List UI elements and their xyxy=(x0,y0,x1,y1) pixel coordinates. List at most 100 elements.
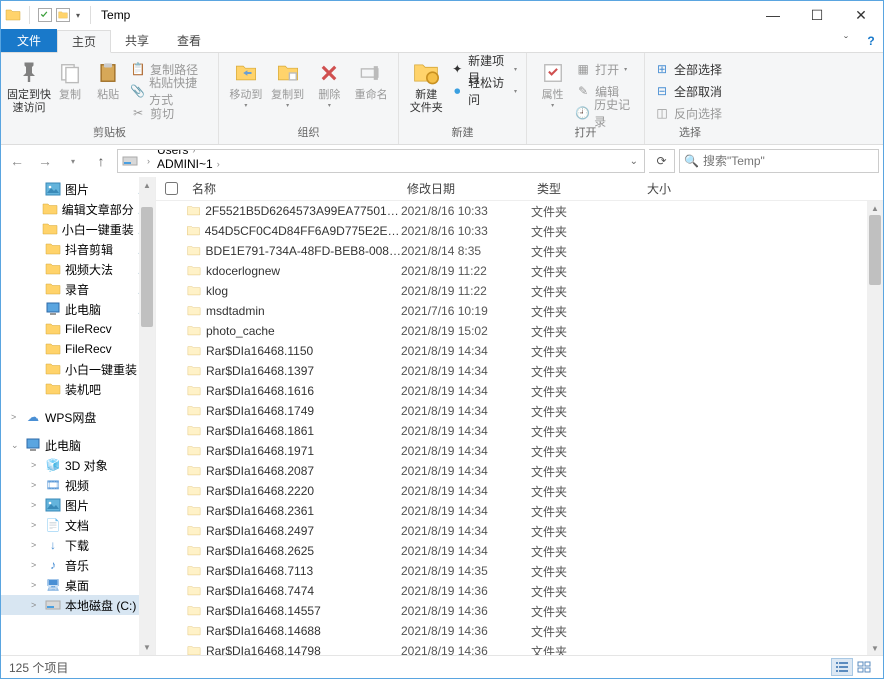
paste-button[interactable]: 粘贴 xyxy=(89,55,127,102)
column-size[interactable]: 大小 xyxy=(641,180,721,197)
open-button[interactable]: ▦打开▾ xyxy=(572,58,638,80)
view-icons[interactable] xyxy=(853,658,875,676)
nav-item[interactable]: >↓下载 xyxy=(1,535,155,555)
help-button[interactable]: ? xyxy=(859,29,883,52)
nav-tree[interactable]: ▲▼ 图片📌编辑文章部分📌小白一键重装📌抖音剪辑📌视频大法📌录音📌此电脑📌Fil… xyxy=(1,177,156,655)
pc-icon xyxy=(45,301,61,317)
nav-item[interactable]: 图片📌 xyxy=(1,179,155,199)
file-row[interactable]: Rar$DIa16468.20872021/8/19 14:34文件夹 xyxy=(156,461,883,481)
column-type[interactable]: 类型 xyxy=(531,180,641,197)
rename-button[interactable]: 重命名 xyxy=(350,55,392,102)
delete-button[interactable]: 删除▾ xyxy=(309,55,351,109)
refresh-button[interactable]: ⟳ xyxy=(649,149,675,173)
file-row[interactable]: Rar$DIa16468.147982021/8/19 14:36文件夹 xyxy=(156,641,883,655)
tab-view[interactable]: 查看 xyxy=(163,29,215,52)
file-row[interactable]: 2F5521B5D6264573A99EA77501B2...2021/8/16… xyxy=(156,201,883,221)
scrollbar-thumb[interactable] xyxy=(141,207,153,327)
nav-item[interactable]: >图片 xyxy=(1,495,155,515)
file-row[interactable]: Rar$DIa16468.26252021/8/19 14:34文件夹 xyxy=(156,541,883,561)
view-details[interactable] xyxy=(831,658,853,676)
maximize-button[interactable]: ☐ xyxy=(795,1,839,29)
column-date[interactable]: 修改日期 xyxy=(401,180,531,197)
nav-item[interactable]: 小白一键重装 W xyxy=(1,359,155,379)
close-button[interactable]: ✕ xyxy=(839,1,883,29)
ribbon-collapse[interactable]: ˇ xyxy=(833,29,859,52)
easy-access-button[interactable]: ⏺轻松访问▾ xyxy=(447,80,520,102)
crumb[interactable]: Users› xyxy=(154,149,239,157)
files-scrollbar[interactable]: ▲▼ xyxy=(867,201,883,655)
file-row[interactable]: Rar$DIa16468.17492021/8/19 14:34文件夹 xyxy=(156,401,883,421)
music-icon: ♪ xyxy=(45,557,61,573)
move-to-button[interactable]: 移动到▾ xyxy=(225,55,267,109)
file-row[interactable]: Rar$DIa16468.71132021/8/19 14:35文件夹 xyxy=(156,561,883,581)
new-folder-button[interactable]: 新建 文件夹 xyxy=(405,55,447,115)
nav-scrollbar[interactable]: ▲▼ xyxy=(139,177,155,655)
nav-item[interactable]: FileRecv xyxy=(1,319,155,339)
invert-selection-button[interactable]: ◫反向选择 xyxy=(651,102,725,124)
recent-button[interactable]: ▾ xyxy=(61,149,85,173)
file-row[interactable]: klog2021/8/19 11:22文件夹 xyxy=(156,281,883,301)
tab-share[interactable]: 共享 xyxy=(111,29,163,52)
copy-to-button[interactable]: 复制到▾ xyxy=(267,55,309,109)
file-row[interactable]: Rar$DIa16468.74742021/8/19 14:36文件夹 xyxy=(156,581,883,601)
file-row[interactable]: Rar$DIa16468.11502021/8/19 14:34文件夹 xyxy=(156,341,883,361)
nav-item[interactable]: >🎞视频 xyxy=(1,475,155,495)
nav-item[interactable]: ⌄此电脑 xyxy=(1,435,155,455)
crumb[interactable]: ADMINI~1› xyxy=(154,157,239,171)
nav-item[interactable]: >本地磁盘 (C:) xyxy=(1,595,155,615)
nav-item[interactable]: >♪音乐 xyxy=(1,555,155,575)
cut-button[interactable]: ✂剪切 xyxy=(127,102,212,124)
copy-button[interactable]: 复制 xyxy=(51,55,89,102)
file-row[interactable]: Rar$DIa16468.13972021/8/19 14:34文件夹 xyxy=(156,361,883,381)
nav-item[interactable]: 此电脑📌 xyxy=(1,299,155,319)
file-row[interactable]: photo_cache2021/8/19 15:02文件夹 xyxy=(156,321,883,341)
nav-item[interactable]: 小白一键重装📌 xyxy=(1,219,155,239)
tab-home[interactable]: 主页 xyxy=(57,30,111,53)
file-row[interactable]: Rar$DIa16468.145572021/8/19 14:36文件夹 xyxy=(156,601,883,621)
properties-button[interactable]: 属性▾ xyxy=(533,55,572,109)
up-button[interactable]: ↑ xyxy=(89,149,113,173)
minimize-button[interactable]: — xyxy=(751,1,795,29)
pin-quickaccess-button[interactable]: 固定到快 速访问 xyxy=(7,55,51,115)
breadcrumb[interactable]: › 此电脑›本地磁盘 (C:)›Users›ADMINI~1›AppData›L… xyxy=(117,149,645,173)
qat-customize[interactable]: ▾ xyxy=(74,11,82,20)
nav-item[interactable]: FileRecv xyxy=(1,339,155,359)
file-row[interactable]: Rar$DIa16468.146882021/8/19 14:36文件夹 xyxy=(156,621,883,641)
nav-item[interactable]: 装机吧 xyxy=(1,379,155,399)
download-icon: ↓ xyxy=(45,537,61,553)
select-all-checkbox[interactable] xyxy=(165,182,178,195)
file-row[interactable]: Rar$DIa16468.23612021/8/19 14:34文件夹 xyxy=(156,501,883,521)
paste-shortcut-button[interactable]: 📎粘贴快捷方式 xyxy=(127,80,212,102)
breadcrumb-dropdown[interactable]: ⌄ xyxy=(624,156,644,167)
select-none-button[interactable]: ⊟全部取消 xyxy=(651,80,725,102)
file-row[interactable]: Rar$DIa16468.19712021/8/19 14:34文件夹 xyxy=(156,441,883,461)
back-button[interactable]: ← xyxy=(5,149,29,173)
forward-button[interactable]: → xyxy=(33,149,57,173)
file-row[interactable]: Rar$DIa16468.24972021/8/19 14:34文件夹 xyxy=(156,521,883,541)
file-row[interactable]: 454D5CF0C4D84FF6A9D775E2E742...2021/8/16… xyxy=(156,221,883,241)
nav-item[interactable]: >🧊3D 对象 xyxy=(1,455,155,475)
history-button[interactable]: 🕘历史记录 xyxy=(572,102,638,124)
column-name[interactable]: 名称 xyxy=(186,180,401,197)
qat-properties[interactable] xyxy=(38,8,52,22)
crumb[interactable]: AppData› xyxy=(154,171,239,173)
folder-icon xyxy=(45,281,61,297)
file-row[interactable]: BDE1E791-734A-48FD-BEB8-008A...2021/8/14… xyxy=(156,241,883,261)
nav-item[interactable]: 录音📌 xyxy=(1,279,155,299)
nav-item[interactable]: >📄文档 xyxy=(1,515,155,535)
scrollbar-thumb[interactable] xyxy=(869,215,881,285)
nav-item[interactable]: >🖥桌面 xyxy=(1,575,155,595)
file-row[interactable]: kdocerlognew2021/8/19 11:22文件夹 xyxy=(156,261,883,281)
file-row[interactable]: Rar$DIa16468.16162021/8/19 14:34文件夹 xyxy=(156,381,883,401)
file-row[interactable]: Rar$DIa16468.18612021/8/19 14:34文件夹 xyxy=(156,421,883,441)
file-row[interactable]: Rar$DIa16468.22202021/8/19 14:34文件夹 xyxy=(156,481,883,501)
nav-item[interactable]: 抖音剪辑📌 xyxy=(1,239,155,259)
select-all-button[interactable]: ⊞全部选择 xyxy=(651,58,725,80)
tab-file[interactable]: 文件 xyxy=(1,29,57,52)
nav-item[interactable]: >☁WPS网盘 xyxy=(1,407,155,427)
nav-item[interactable]: 视频大法📌 xyxy=(1,259,155,279)
search-input[interactable]: 🔍 xyxy=(679,149,879,173)
qat-newfolder[interactable] xyxy=(56,8,70,22)
file-row[interactable]: msdtadmin2021/7/16 10:19文件夹 xyxy=(156,301,883,321)
nav-item[interactable]: 编辑文章部分📌 xyxy=(1,199,155,219)
